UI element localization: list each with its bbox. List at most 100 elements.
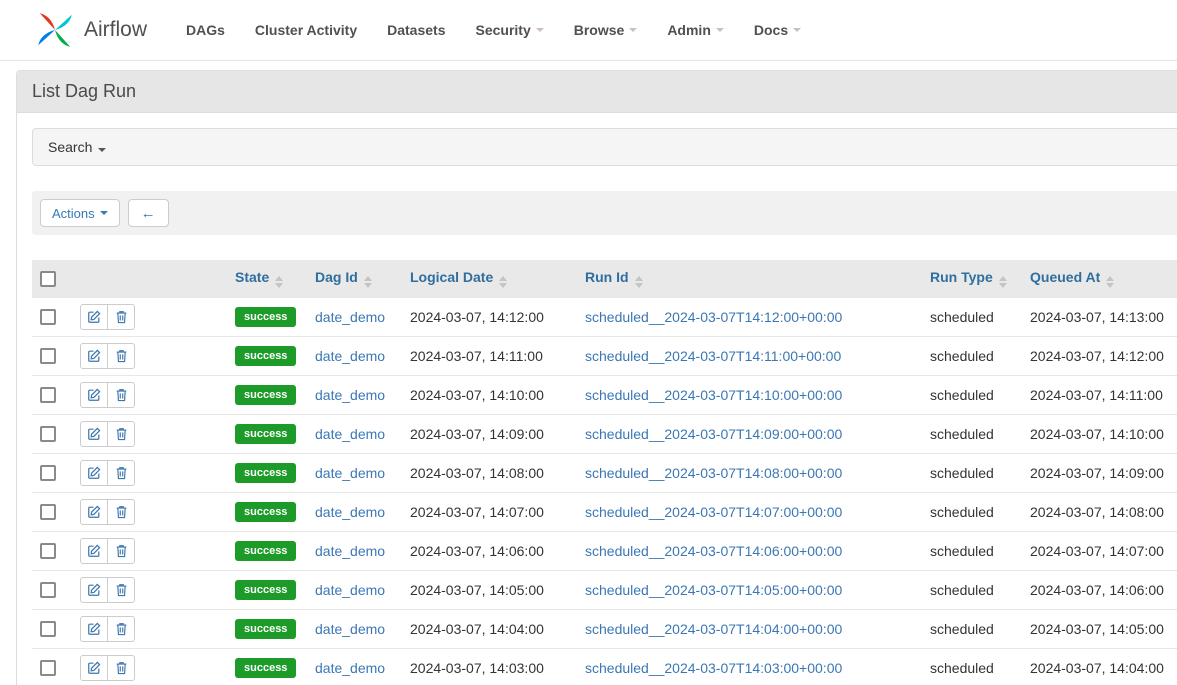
dag-id-link[interactable]: date_demo bbox=[315, 660, 385, 676]
delete-button[interactable] bbox=[107, 460, 135, 486]
row-checkbox[interactable] bbox=[40, 504, 56, 520]
nav-item-dags[interactable]: DAGs bbox=[171, 0, 240, 60]
run-id-link[interactable]: scheduled__2024-03-07T14:05:00+00:00 bbox=[585, 582, 842, 598]
column-header-queued-at[interactable]: Queued At bbox=[1022, 260, 1177, 298]
dag-id-link[interactable]: date_demo bbox=[315, 309, 385, 325]
nav-item-cluster-activity[interactable]: Cluster Activity bbox=[240, 0, 372, 60]
edit-icon bbox=[87, 583, 101, 597]
row-checkbox[interactable] bbox=[40, 582, 56, 598]
queued-at-cell: 2024-03-07, 14:09:00 bbox=[1022, 454, 1177, 493]
trash-icon bbox=[115, 661, 128, 675]
trash-icon bbox=[115, 349, 128, 363]
row-checkbox[interactable] bbox=[40, 348, 56, 364]
nav-item-datasets[interactable]: Datasets bbox=[372, 0, 460, 60]
logical-date-cell: 2024-03-07, 14:10:00 bbox=[402, 376, 577, 415]
row-checkbox[interactable] bbox=[40, 543, 56, 559]
delete-button[interactable] bbox=[107, 616, 135, 642]
run-id-link[interactable]: scheduled__2024-03-07T14:08:00+00:00 bbox=[585, 465, 842, 481]
run-id-link[interactable]: scheduled__2024-03-07T14:03:00+00:00 bbox=[585, 660, 842, 676]
run-id-link[interactable]: scheduled__2024-03-07T14:09:00+00:00 bbox=[585, 426, 842, 442]
row-checkbox[interactable] bbox=[40, 621, 56, 637]
list-dag-run-panel: List Dag Run Search Actions ← bbox=[16, 70, 1177, 685]
nav-item-browse[interactable]: Browse bbox=[559, 0, 653, 60]
row-action-buttons bbox=[80, 655, 135, 681]
table-row: success date_demo 2024-03-07, 14:09:00 s… bbox=[32, 415, 1177, 454]
column-header-logical-date[interactable]: Logical Date bbox=[402, 260, 577, 298]
run-id-link[interactable]: scheduled__2024-03-07T14:10:00+00:00 bbox=[585, 387, 842, 403]
edit-button[interactable] bbox=[80, 343, 108, 369]
table-row: success date_demo 2024-03-07, 14:11:00 s… bbox=[32, 337, 1177, 376]
edit-button[interactable] bbox=[80, 655, 108, 681]
edit-icon bbox=[87, 427, 101, 441]
row-action-buttons bbox=[80, 421, 135, 447]
dag-id-link[interactable]: date_demo bbox=[315, 426, 385, 442]
status-badge: success bbox=[235, 307, 296, 327]
back-button[interactable]: ← bbox=[128, 199, 169, 227]
queued-at-cell: 2024-03-07, 14:12:00 bbox=[1022, 337, 1177, 376]
edit-button[interactable] bbox=[80, 538, 108, 564]
run-id-link[interactable]: scheduled__2024-03-07T14:06:00+00:00 bbox=[585, 543, 842, 559]
status-badge: success bbox=[235, 658, 296, 678]
row-checkbox[interactable] bbox=[40, 465, 56, 481]
delete-button[interactable] bbox=[107, 655, 135, 681]
row-checkbox[interactable] bbox=[40, 426, 56, 442]
edit-icon bbox=[87, 622, 101, 636]
actions-toolbar: Actions ← bbox=[32, 191, 1177, 235]
edit-button[interactable] bbox=[80, 421, 108, 447]
nav-item-security[interactable]: Security bbox=[460, 0, 558, 60]
delete-button[interactable] bbox=[107, 304, 135, 330]
logical-date-cell: 2024-03-07, 14:04:00 bbox=[402, 610, 577, 649]
delete-button[interactable] bbox=[107, 499, 135, 525]
run-id-link[interactable]: scheduled__2024-03-07T14:07:00+00:00 bbox=[585, 504, 842, 520]
delete-button[interactable] bbox=[107, 421, 135, 447]
dag-id-link[interactable]: date_demo bbox=[315, 543, 385, 559]
delete-button[interactable] bbox=[107, 343, 135, 369]
run-type-cell: scheduled bbox=[922, 610, 1022, 649]
dag-run-table: State Dag Id Logical Date Run Id Run Typ… bbox=[32, 260, 1177, 685]
dag-id-link[interactable]: date_demo bbox=[315, 465, 385, 481]
row-action-buttons bbox=[80, 499, 135, 525]
sort-icon bbox=[999, 276, 1007, 288]
logical-date-cell: 2024-03-07, 14:07:00 bbox=[402, 493, 577, 532]
chevron-down-icon bbox=[98, 148, 106, 152]
dag-id-link[interactable]: date_demo bbox=[315, 387, 385, 403]
table-row: success date_demo 2024-03-07, 14:05:00 s… bbox=[32, 571, 1177, 610]
queued-at-cell: 2024-03-07, 14:04:00 bbox=[1022, 649, 1177, 685]
edit-button[interactable] bbox=[80, 382, 108, 408]
dag-id-link[interactable]: date_demo bbox=[315, 504, 385, 520]
column-header-run-type[interactable]: Run Type bbox=[922, 260, 1022, 298]
delete-button[interactable] bbox=[107, 382, 135, 408]
top-navbar: Airflow DAGs Cluster Activity Datasets S… bbox=[0, 0, 1177, 61]
dag-id-link[interactable]: date_demo bbox=[315, 582, 385, 598]
table-header: State Dag Id Logical Date Run Id Run Typ… bbox=[32, 260, 1177, 298]
actions-dropdown-button[interactable]: Actions bbox=[40, 199, 120, 227]
logical-date-cell: 2024-03-07, 14:09:00 bbox=[402, 415, 577, 454]
queued-at-cell: 2024-03-07, 14:06:00 bbox=[1022, 571, 1177, 610]
dag-id-link[interactable]: date_demo bbox=[315, 621, 385, 637]
edit-button[interactable] bbox=[80, 616, 108, 642]
row-checkbox[interactable] bbox=[40, 309, 56, 325]
airflow-brand-link[interactable]: Airflow bbox=[35, 10, 147, 50]
dag-id-link[interactable]: date_demo bbox=[315, 348, 385, 364]
edit-button[interactable] bbox=[80, 460, 108, 486]
select-all-checkbox[interactable] bbox=[40, 271, 56, 287]
delete-button[interactable] bbox=[107, 538, 135, 564]
edit-button[interactable] bbox=[80, 577, 108, 603]
column-header-dag-id[interactable]: Dag Id bbox=[307, 260, 402, 298]
delete-button[interactable] bbox=[107, 577, 135, 603]
trash-icon bbox=[115, 544, 128, 558]
row-checkbox[interactable] bbox=[40, 387, 56, 403]
run-id-link[interactable]: scheduled__2024-03-07T14:11:00+00:00 bbox=[585, 348, 841, 364]
run-id-link[interactable]: scheduled__2024-03-07T14:12:00+00:00 bbox=[585, 309, 842, 325]
edit-button[interactable] bbox=[80, 499, 108, 525]
column-header-state[interactable]: State bbox=[227, 260, 307, 298]
nav-item-admin[interactable]: Admin bbox=[652, 0, 739, 60]
edit-button[interactable] bbox=[80, 304, 108, 330]
run-id-link[interactable]: scheduled__2024-03-07T14:04:00+00:00 bbox=[585, 621, 842, 637]
search-label: Search bbox=[48, 139, 92, 155]
nav-item-docs[interactable]: Docs bbox=[739, 0, 816, 60]
search-accordion-toggle[interactable]: Search bbox=[32, 128, 1177, 166]
edit-icon bbox=[87, 388, 101, 402]
row-checkbox[interactable] bbox=[40, 660, 56, 676]
column-header-run-id[interactable]: Run Id bbox=[577, 260, 922, 298]
